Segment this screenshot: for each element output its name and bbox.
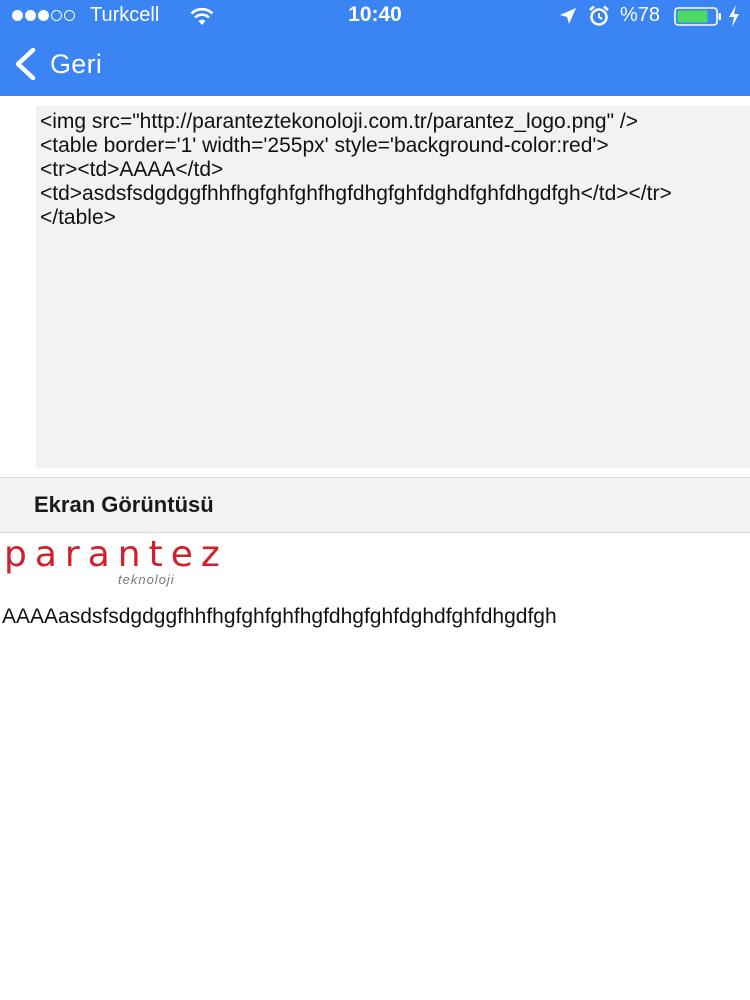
screen: Turkcell 10:40 %78 Geri <img src="http:/… xyxy=(0,0,750,1000)
table-cell: AAAA xyxy=(2,605,59,628)
table-cell: asdsfsdgdggfhhfhgfghfghfhgfdhgfghfdghdfg… xyxy=(58,605,557,628)
back-button[interactable]: Geri xyxy=(12,44,102,84)
rendered-table-row: AAAAasdsfsdgdggfhhfhgfghfghfhgfdhgfghfdg… xyxy=(2,605,750,629)
section-title: Ekran Görüntüsü xyxy=(34,492,214,517)
code-section: <img src="http://paranteztekonoloji.com.… xyxy=(0,96,750,477)
html-code-input[interactable]: <img src="http://paranteztekonoloji.com.… xyxy=(36,106,750,468)
chevron-left-icon xyxy=(15,47,36,81)
location-arrow-icon xyxy=(560,8,576,24)
status-bar: Turkcell 10:40 %78 xyxy=(0,0,750,32)
battery-percentage: %78 xyxy=(620,4,661,26)
charging-bolt-icon xyxy=(729,5,739,27)
logo-subtext: teknoloji xyxy=(118,572,175,587)
back-button-label: Geri xyxy=(50,48,103,79)
parantez-logo: parantez teknoloji xyxy=(4,534,264,590)
alarm-clock-icon xyxy=(589,5,609,26)
screenshot-section-header: Ekran Görüntüsü xyxy=(0,477,750,533)
logo-text: parantez xyxy=(4,534,228,575)
top-bar: Turkcell 10:40 %78 Geri xyxy=(0,0,750,96)
battery-icon xyxy=(674,7,721,26)
